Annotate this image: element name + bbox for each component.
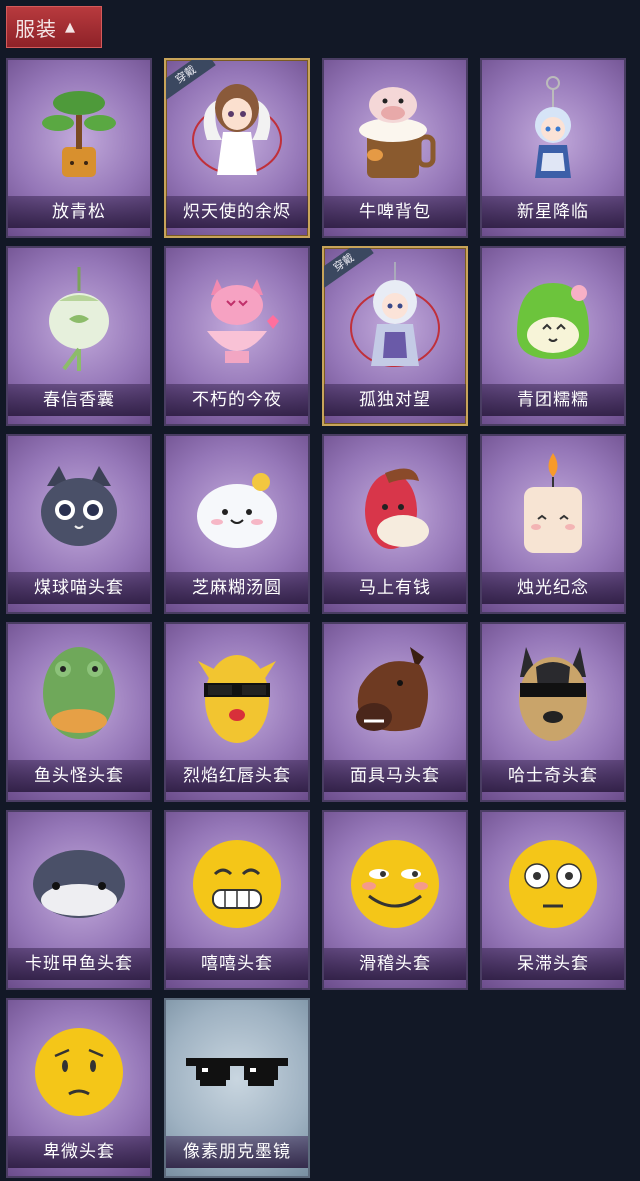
costume-card-5[interactable]: 春信香囊 bbox=[6, 246, 152, 426]
star-keychain-icon bbox=[482, 70, 624, 190]
costume-card-2[interactable]: 穿戴 炽天使的余烬 bbox=[164, 58, 310, 238]
costume-card-label: 新星降临 bbox=[482, 196, 624, 228]
costume-card-label: 炽天使的余烬 bbox=[166, 196, 308, 228]
costume-card-label: 鱼头怪头套 bbox=[8, 760, 150, 792]
costume-card-label: 芝麻糊汤圆 bbox=[166, 572, 308, 604]
silver-doll-icon bbox=[324, 258, 466, 378]
husky-mask-icon bbox=[482, 634, 624, 754]
costume-card-label: 青团糯糯 bbox=[482, 384, 624, 416]
costume-card-20[interactable]: 呆滞头套 bbox=[480, 810, 626, 990]
chevron-up-icon: ▲ bbox=[65, 19, 76, 35]
costume-card-4[interactable]: 新星降临 bbox=[480, 58, 626, 238]
costume-card-label: 孤独对望 bbox=[324, 384, 466, 416]
costume-card-label: 滑稽头套 bbox=[324, 948, 466, 980]
costume-card-label: 面具马头套 bbox=[324, 760, 466, 792]
humble-emoji-mask-icon bbox=[8, 1010, 150, 1130]
costume-card-label: 嘻嘻头套 bbox=[166, 948, 308, 980]
costume-card-label: 哈士奇头套 bbox=[482, 760, 624, 792]
stare-emoji-mask-icon bbox=[482, 822, 624, 942]
fish-head-mask-icon bbox=[8, 634, 150, 754]
costume-card-11[interactable]: 马上有钱 bbox=[322, 434, 468, 614]
costume-card-label: 煤球喵头套 bbox=[8, 572, 150, 604]
costume-card-1[interactable]: 放青松 bbox=[6, 58, 152, 238]
costume-card-label: 卑微头套 bbox=[8, 1136, 150, 1168]
costume-card-label: 牛啤背包 bbox=[324, 196, 466, 228]
green-rice-cake-icon bbox=[482, 258, 624, 378]
costume-card-label: 呆滞头套 bbox=[482, 948, 624, 980]
black-cat-head-icon bbox=[8, 446, 150, 566]
costume-card-label: 不朽的今夜 bbox=[166, 384, 308, 416]
costume-card-13[interactable]: 鱼头怪头套 bbox=[6, 622, 152, 802]
costume-card-21[interactable]: 卑微头套 bbox=[6, 998, 152, 1178]
costume-card-label: 马上有钱 bbox=[324, 572, 466, 604]
cow-beer-mug-icon bbox=[324, 70, 466, 190]
smirk-emoji-mask-icon bbox=[324, 822, 466, 942]
candle-icon bbox=[482, 446, 624, 566]
costume-card-15[interactable]: 面具马头套 bbox=[322, 622, 468, 802]
costume-card-12[interactable]: 烛光纪念 bbox=[480, 434, 626, 614]
costume-card-7[interactable]: 穿戴 孤独对望 bbox=[322, 246, 468, 426]
white-dumpling-icon bbox=[166, 446, 308, 566]
costume-card-label: 烛光纪念 bbox=[482, 572, 624, 604]
costume-card-3[interactable]: 牛啤背包 bbox=[322, 58, 468, 238]
bonsai-plant-icon bbox=[8, 70, 150, 190]
costume-card-18[interactable]: 嘻嘻头套 bbox=[164, 810, 310, 990]
costume-card-6[interactable]: 不朽的今夜 bbox=[164, 246, 310, 426]
tab-costume[interactable]: 服装 ▲ bbox=[6, 6, 102, 48]
costume-card-9[interactable]: 煤球喵头套 bbox=[6, 434, 152, 614]
costume-card-8[interactable]: 青团糯糯 bbox=[480, 246, 626, 426]
costume-card-10[interactable]: 芝麻糊汤圆 bbox=[164, 434, 310, 614]
angel-doll-icon bbox=[166, 70, 308, 190]
grin-emoji-mask-icon bbox=[166, 822, 308, 942]
costume-card-label: 卡班甲鱼头套 bbox=[8, 948, 150, 980]
costume-card-16[interactable]: 哈士奇头套 bbox=[480, 622, 626, 802]
costume-card-label: 春信香囊 bbox=[8, 384, 150, 416]
costume-card-19[interactable]: 滑稽头套 bbox=[322, 810, 468, 990]
pixel-sunglasses-icon bbox=[166, 1010, 308, 1130]
costume-grid: 放青松 穿戴 炽天使的余烬 牛啤背包 新星降临 春信香囊 不朽的今夜 穿戴 孤独… bbox=[6, 58, 626, 1178]
horse-mask-icon bbox=[324, 634, 466, 754]
tab-costume-label: 服装 bbox=[15, 16, 57, 41]
pink-fox-icon bbox=[166, 258, 308, 378]
costume-card-label: 像素朋克墨镜 bbox=[166, 1136, 308, 1168]
costume-card-22[interactable]: 像素朋克墨镜 bbox=[164, 998, 310, 1178]
sachet-icon bbox=[8, 258, 150, 378]
red-horse-head-icon bbox=[324, 446, 466, 566]
costume-card-17[interactable]: 卡班甲鱼头套 bbox=[6, 810, 152, 990]
costume-card-label: 放青松 bbox=[8, 196, 150, 228]
yellow-lips-mask-icon bbox=[166, 634, 308, 754]
fish-helmet-icon bbox=[8, 822, 150, 942]
costume-card-14[interactable]: 烈焰红唇头套 bbox=[164, 622, 310, 802]
costume-card-label: 烈焰红唇头套 bbox=[166, 760, 308, 792]
